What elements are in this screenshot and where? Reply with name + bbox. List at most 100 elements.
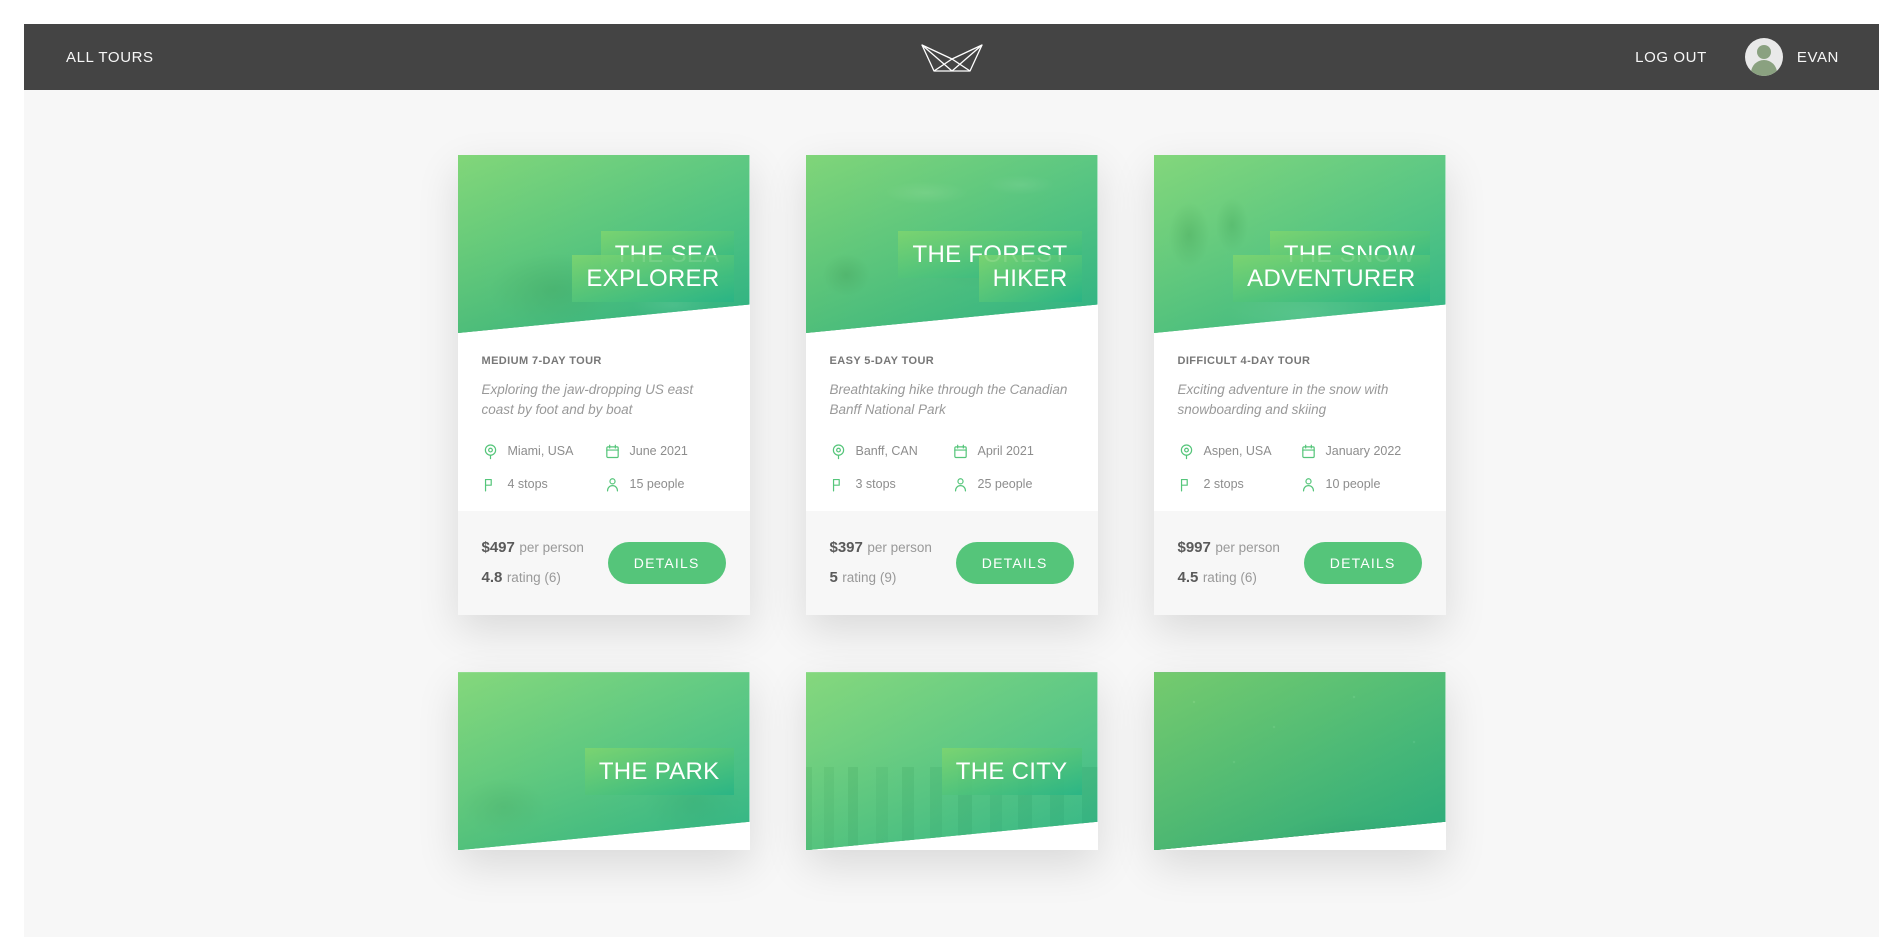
avatar-body-shape xyxy=(1750,60,1777,76)
tour-description: Breathtaking hike through the Canadian B… xyxy=(829,382,1068,418)
tour-card[interactable]: THE PARK xyxy=(457,672,750,851)
tour-title: THE CITY xyxy=(871,748,1082,796)
tour-facts: Aspen, USA January 2022 2 stops 10 people xyxy=(1178,443,1422,493)
details-button[interactable]: DETAILS xyxy=(1303,541,1422,584)
tour-card-header xyxy=(1153,672,1446,851)
main-content-area: THE SEAEXPLORER MEDIUM 7-DAY TOUR Explorin… xyxy=(24,90,1879,937)
tour-title-line: EXPLORER xyxy=(572,255,734,302)
tour-price-value: $997 xyxy=(1177,538,1211,556)
details-button[interactable]: DETAILS xyxy=(607,541,726,584)
tour-subtitle: DIFFICULT 4-DAY TOUR xyxy=(1177,355,1311,367)
tour-card[interactable] xyxy=(1153,672,1446,851)
tour-photo-green-overlay xyxy=(1153,672,1446,851)
tour-fact-stops: 4 stops xyxy=(482,476,604,493)
tour-description: Exploring the jaw-dropping US east coast… xyxy=(481,382,694,418)
flag-icon xyxy=(1178,476,1195,493)
tour-pricing: $397 per person 5 rating (9) xyxy=(830,533,932,594)
tour-subtitle: MEDIUM 7-DAY TOUR xyxy=(481,355,602,367)
tour-price-row: $497 per person xyxy=(482,533,584,563)
tour-price-value: $497 xyxy=(481,538,515,556)
tour-fact-value: 10 people xyxy=(1325,477,1381,491)
tour-card-header: THE CITY xyxy=(805,672,1098,851)
tour-fact-stops: 2 stops xyxy=(1178,476,1300,493)
tour-description: Exciting adventure in the snow with snow… xyxy=(1177,382,1389,418)
tour-fact-value: Aspen, USA xyxy=(1203,444,1272,458)
tour-card-header: THE FORESTHIKER xyxy=(805,155,1098,333)
calendar-icon xyxy=(604,443,621,460)
tour-fact-value: April 2021 xyxy=(977,444,1034,458)
avatar xyxy=(1744,38,1783,76)
tour-card[interactable]: THE SNOWADVENTURER DIFFICULT 4-DAY TOUR Ex… xyxy=(1153,155,1446,616)
tour-price-label: per person xyxy=(867,539,932,555)
tour-subtitle: EASY 5-DAY TOUR xyxy=(829,355,935,367)
tour-fact-people: 25 people xyxy=(952,476,1074,493)
tour-card-footer: $497 per person 4.8 rating (6) DETAILS xyxy=(457,510,750,616)
tour-pricing: $997 per person 4.5 rating (6) xyxy=(1178,533,1280,594)
map-pin-icon xyxy=(830,443,847,460)
details-button[interactable]: DETAILS xyxy=(955,541,1074,584)
tour-card-grid: THE SEAEXPLORER MEDIUM 7-DAY TOUR Explorin… xyxy=(24,90,1879,851)
tour-rating-label: rating (6) xyxy=(1202,569,1257,585)
tour-fact-value: 2 stops xyxy=(1203,477,1244,491)
person-icon xyxy=(1300,476,1317,493)
tour-fact-value: Miami, USA xyxy=(507,444,574,458)
tour-rating-value: 4.5 xyxy=(1177,568,1199,586)
tour-fact-people: 10 people xyxy=(1300,476,1422,493)
map-pin-icon xyxy=(1178,443,1195,460)
tour-fact-value: January 2022 xyxy=(1325,444,1402,458)
tour-card-header: THE PARK xyxy=(457,672,750,851)
nav-right-group: LOG OUT EVAN xyxy=(1633,38,1839,76)
user-account-button[interactable]: EVAN xyxy=(1744,38,1839,76)
tour-rating-row: 4.5 rating (6) xyxy=(1178,563,1280,593)
tour-fact-location: Miami, USA xyxy=(482,443,604,460)
tour-fact-date: January 2022 xyxy=(1300,443,1422,460)
tour-fact-value: June 2021 xyxy=(629,444,688,458)
tour-photo-container xyxy=(1153,672,1446,851)
tour-card-header: THE SEAEXPLORER xyxy=(457,155,750,333)
tour-card[interactable]: THE FORESTHIKER EASY 5-DAY TOUR Breathtaki… xyxy=(805,155,1098,616)
tour-title: THE PARK xyxy=(523,748,734,796)
tour-facts: Miami, USA June 2021 4 stops 15 people xyxy=(482,443,726,493)
tour-title-line: THE PARK xyxy=(584,748,734,796)
tour-price-label: per person xyxy=(519,539,584,555)
tour-title-line: ADVENTURER xyxy=(1233,255,1430,302)
tour-card-details: EASY 5-DAY TOUR Breathtaking hike through… xyxy=(806,333,1098,511)
user-name-label: EVAN xyxy=(1796,48,1839,66)
tour-card[interactable]: THE SEAEXPLORER MEDIUM 7-DAY TOUR Explorin… xyxy=(457,155,750,616)
tour-title-line: THE CITY xyxy=(941,748,1082,796)
tour-fact-stops: 3 stops xyxy=(830,476,952,493)
tour-fact-location: Banff, CAN xyxy=(830,443,952,460)
tour-title-line: HIKER xyxy=(978,255,1082,302)
tour-rating-value: 5 xyxy=(829,568,838,586)
logo-container xyxy=(24,24,1879,90)
tour-card-header: THE SNOWADVENTURER xyxy=(1153,155,1446,333)
calendar-icon xyxy=(952,443,969,460)
flag-icon xyxy=(830,476,847,493)
tour-fact-value: 3 stops xyxy=(855,477,896,491)
log-out-link[interactable]: LOG OUT xyxy=(1633,43,1709,72)
tour-rating-value: 4.8 xyxy=(481,568,503,586)
tour-fact-people: 15 people xyxy=(604,476,726,493)
tour-rating-row: 5 rating (9) xyxy=(830,563,932,593)
tour-card-footer: $397 per person 5 rating (9) DETAILS xyxy=(805,510,1098,616)
person-icon xyxy=(604,476,621,493)
calendar-icon xyxy=(1300,443,1317,460)
tour-fact-value: 4 stops xyxy=(507,477,548,491)
tour-fact-value: Banff, CAN xyxy=(855,444,918,458)
tour-rating-label: rating (9) xyxy=(842,569,897,585)
tour-fact-date: April 2021 xyxy=(952,443,1074,460)
tour-fact-date: June 2021 xyxy=(604,443,726,460)
tour-price-label: per person xyxy=(1215,539,1280,555)
tour-card-details: MEDIUM 7-DAY TOUR Exploring the jaw-dropp… xyxy=(458,333,750,511)
all-tours-link[interactable]: ALL TOURS xyxy=(64,43,156,72)
tour-facts: Banff, CAN April 2021 3 stops 25 people xyxy=(830,443,1074,493)
tour-pricing: $497 per person 4.8 rating (6) xyxy=(482,533,584,594)
tour-card[interactable]: THE CITY xyxy=(805,672,1098,851)
top-navigation-bar: ALL TOURS LOG OUT EVAN xyxy=(24,24,1879,90)
tour-fact-value: 25 people xyxy=(977,477,1033,491)
map-pin-icon xyxy=(482,443,499,460)
tour-title: THE SEAEXPLORER xyxy=(523,231,734,302)
person-icon xyxy=(952,476,969,493)
avatar-head-shape xyxy=(1756,45,1771,59)
nav-left-group: ALL TOURS xyxy=(64,43,156,72)
